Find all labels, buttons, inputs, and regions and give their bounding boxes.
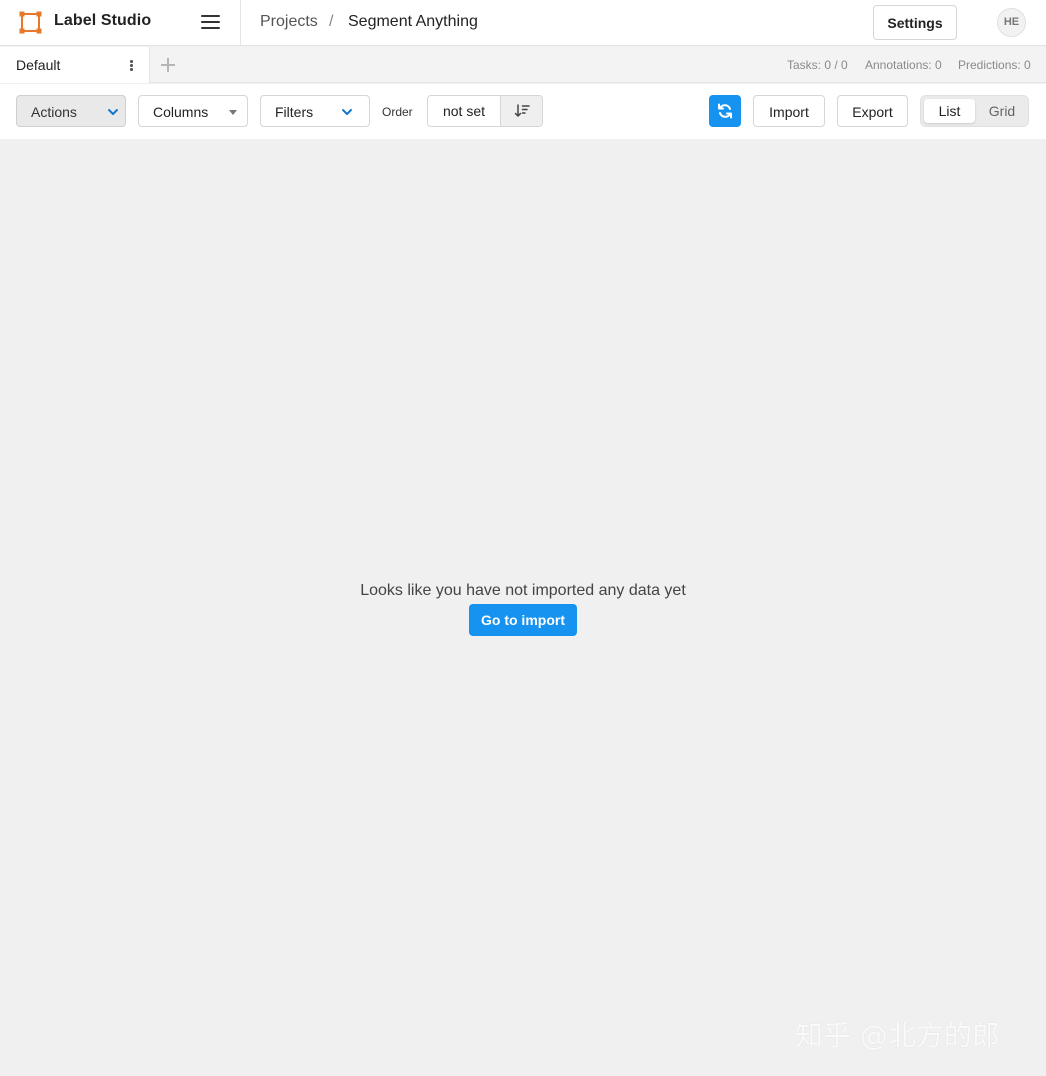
breadcrumb-current-project: Segment Anything <box>348 13 478 30</box>
order-field-select[interactable]: not set <box>428 96 500 126</box>
top-header: Label Studio Projects / Segment Anything… <box>0 0 1046 46</box>
hamburger-menu-icon[interactable] <box>198 11 224 35</box>
data-manager-toolbar: Actions Columns Filters Order not set Im… <box>0 84 1046 139</box>
add-tab-icon[interactable] <box>158 55 178 75</box>
refresh-icon <box>718 103 732 119</box>
filters-dropdown-button[interactable]: Filters <box>260 95 370 127</box>
columns-dropdown-button[interactable]: Columns <box>138 95 248 127</box>
import-button[interactable]: Import <box>753 95 825 127</box>
actions-label: Actions <box>31 104 77 120</box>
filters-label: Filters <box>275 104 314 120</box>
user-avatar[interactable]: HE <box>997 8 1026 37</box>
breadcrumb-projects-link[interactable]: Projects <box>260 13 318 31</box>
tab-options-icon[interactable] <box>124 56 138 74</box>
order-control: not set <box>427 95 543 127</box>
tab-default[interactable]: Default <box>0 47 150 83</box>
header-divider <box>240 0 241 46</box>
view-tabs-bar: Default Tasks: 0 / 0 Annotations: 0 Pred… <box>0 47 1046 83</box>
export-button[interactable]: Export <box>837 95 908 127</box>
label-studio-logo-icon <box>19 11 42 34</box>
chevron-down-icon <box>342 109 352 115</box>
tab-default-label: Default <box>16 57 61 73</box>
caret-down-icon <box>229 110 237 115</box>
settings-button[interactable]: Settings <box>873 5 957 40</box>
view-grid-option[interactable]: Grid <box>977 99 1027 123</box>
tasks-count: Tasks: 0 / 0 <box>787 58 848 72</box>
order-direction-button[interactable] <box>500 96 542 126</box>
predictions-count: Predictions: 0 <box>958 58 1031 72</box>
view-list-option[interactable]: List <box>924 99 975 123</box>
import-label: Import <box>769 104 809 120</box>
empty-state-message: Looks like you have not imported any dat… <box>360 582 686 599</box>
annotations-count: Annotations: 0 <box>865 58 942 72</box>
order-label: Order <box>382 105 413 119</box>
actions-dropdown-button[interactable]: Actions <box>16 95 126 127</box>
export-label: Export <box>852 104 893 120</box>
zhihu-watermark: 知乎 @北方的郎 <box>795 1019 1000 1052</box>
breadcrumb-separator: / <box>329 13 334 30</box>
columns-label: Columns <box>153 104 209 120</box>
chevron-down-icon <box>108 109 118 115</box>
refresh-button[interactable] <box>709 95 741 127</box>
sort-descending-icon <box>514 104 530 117</box>
go-to-import-button[interactable]: Go to import <box>469 604 577 636</box>
view-mode-toggle: List Grid <box>920 95 1029 127</box>
app-title: Label Studio <box>54 12 152 29</box>
